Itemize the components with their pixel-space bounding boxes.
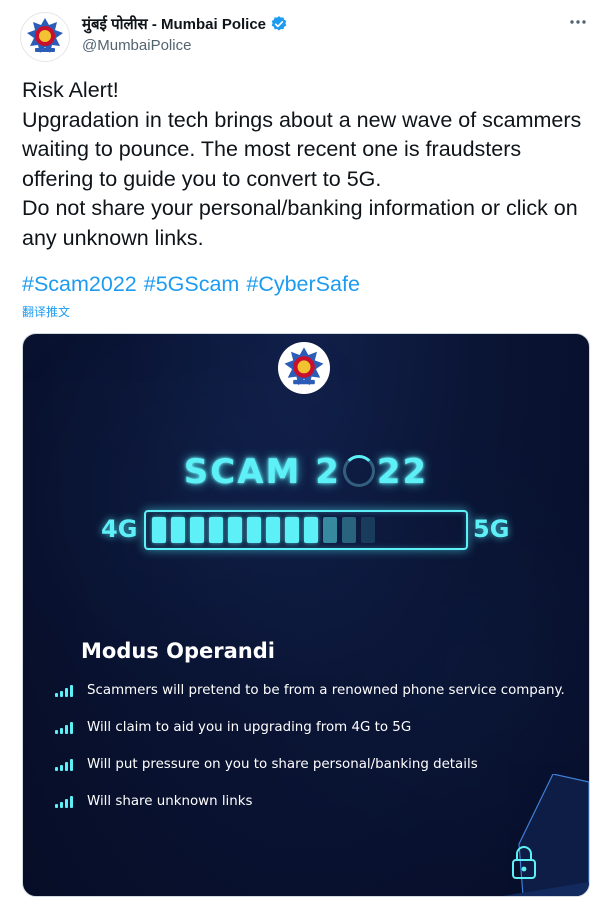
author-name-row: मुंबई पोलीस - Mumbai Police — [82, 14, 288, 34]
signal-bars-icon — [55, 795, 77, 808]
mumbai-police-logo — [278, 342, 330, 394]
progress-segment — [342, 517, 356, 543]
section-title: Modus Operandi — [81, 639, 275, 663]
tweet: मुंबई पोलीस - Mumbai Police @MumbaiPolic… — [0, 0, 612, 897]
police-badge-icon — [284, 347, 324, 386]
verified-badge-icon — [271, 16, 287, 31]
upgrade-progress-bar — [144, 510, 468, 550]
bullet-text: Will share unknown links — [87, 794, 253, 809]
loading-spinner-icon — [342, 454, 375, 487]
tweet-media-image[interactable]: SCAM 2 22 4G 5G Modus Operandi Scammers w… — [22, 333, 590, 897]
bullet-text: Will claim to aid you in upgrading from … — [87, 720, 412, 735]
progress-segment — [190, 517, 204, 543]
handle[interactable]: @MumbaiPolice — [82, 37, 191, 54]
progress-segment — [304, 517, 318, 543]
progress-segment — [361, 517, 375, 543]
progress-segment — [323, 517, 337, 543]
progress-segment — [152, 517, 166, 543]
display-name[interactable]: मुंबई पोलीस - Mumbai Police — [82, 14, 266, 34]
progress-segment — [171, 517, 185, 543]
bullet-item: Will claim to aid you in upgrading from … — [55, 720, 411, 735]
bullet-item: Will put pressure on you to share person… — [55, 757, 478, 772]
more-dots-icon[interactable] — [568, 12, 588, 32]
progress-segment — [266, 517, 280, 543]
hashtag-link[interactable]: #5GScam — [144, 272, 240, 297]
tweet-text: Risk Alert! Upgradation in tech brings a… — [22, 78, 582, 250]
hashtag-link[interactable]: #CyberSafe — [246, 272, 360, 297]
scam-title: SCAM 2 22 — [23, 452, 589, 492]
bullet-text: Will put pressure on you to share person… — [87, 757, 478, 772]
signal-bars-icon — [55, 721, 77, 734]
laptop-lock-illustration-icon — [503, 774, 589, 896]
progress-segment — [209, 517, 223, 543]
signal-bars-icon — [55, 758, 77, 771]
progress-segment — [285, 517, 299, 543]
translate-tweet-link[interactable]: 翻译推文 — [22, 303, 70, 320]
label-4g: 4G — [101, 515, 138, 543]
scam-title-part1: SCAM 2 — [183, 452, 341, 492]
scam-title-part2: 22 — [376, 452, 429, 492]
progress-segment — [247, 517, 261, 543]
bullet-item: Will share unknown links — [55, 794, 253, 809]
hashtag-link[interactable]: #Scam2022 — [22, 272, 137, 297]
progress-segment — [228, 517, 242, 543]
mumbai-police-badge-icon — [22, 14, 68, 60]
bullet-text: Scammers will pretend to be from a renow… — [87, 683, 565, 698]
avatar[interactable] — [20, 12, 70, 62]
label-5g: 5G — [473, 515, 510, 543]
hashtags: #Scam2022 #5GScam #CyberSafe — [22, 272, 360, 297]
bullet-item: Scammers will pretend to be from a renow… — [55, 683, 565, 698]
signal-bars-icon — [55, 684, 77, 697]
